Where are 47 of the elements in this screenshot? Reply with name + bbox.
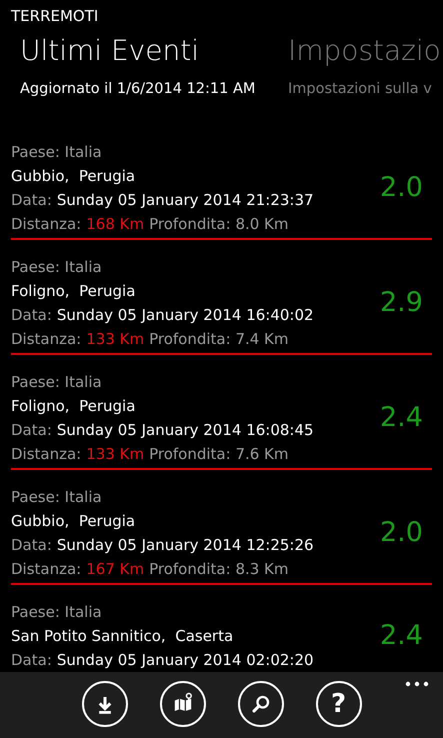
date-label: Data: [11, 305, 52, 326]
place-name: San Potito Sannitico, Caserta [11, 626, 234, 647]
date-value: Sunday 05 January 2014 02:02:20 [56, 650, 314, 671]
place-name: Gubbio, Perugia [11, 166, 136, 187]
country-text: Paese: Italia [11, 602, 102, 623]
more-icon[interactable] [405, 681, 429, 687]
depth-text: Profondita: 8.0 Km [149, 214, 289, 235]
date-value: Sunday 05 January 2014 16:40:02 [56, 305, 314, 326]
distance-label: Distanza: [11, 329, 82, 350]
date-value: Sunday 05 January 2014 16:08:45 [56, 420, 314, 441]
pivot-subtitle: Impostazioni sulla v [288, 80, 432, 99]
search-button[interactable] [238, 681, 284, 727]
magnitude-value: 2.4 [380, 621, 424, 651]
distance-value: 168 Km [86, 214, 144, 235]
magnitude-value: 2.4 [380, 403, 424, 433]
magnitude-value: 2.0 [380, 173, 424, 203]
depth-text: Profondita: 7.6 Km [149, 444, 289, 465]
country-text: Paese: Italia [11, 372, 102, 393]
distance-label: Distanza: [11, 444, 82, 465]
date-label: Data: [11, 420, 52, 441]
pivot-subtitle: Aggiornato il 1/6/2014 12:11 AM [20, 80, 256, 99]
map-button[interactable] [160, 681, 206, 727]
magnitude-value: 2.0 [380, 518, 424, 548]
download-button[interactable] [82, 681, 128, 727]
help-button[interactable]: ? [316, 681, 362, 727]
depth-text: Profondita: 8.3 Km [149, 559, 289, 580]
date-value: Sunday 05 January 2014 12:25:26 [56, 535, 314, 556]
pivot-tab[interactable]: Ultimi Eventi [20, 33, 199, 69]
depth-text: Profondita: 7.4 Km [149, 329, 289, 350]
distance-value: 133 Km [86, 444, 144, 465]
place-name: Gubbio, Perugia [11, 511, 136, 532]
distance-value: 167 Km [86, 559, 144, 580]
app-title: TERREMOTI [11, 6, 98, 26]
date-label: Data: [11, 650, 52, 671]
date-value: Sunday 05 January 2014 21:23:37 [56, 190, 314, 211]
country-text: Paese: Italia [11, 142, 102, 163]
pivot-tab[interactable]: Impostazio [288, 33, 441, 69]
magnitude-value: 2.9 [380, 288, 424, 318]
distance-label: Distanza: [11, 559, 82, 580]
date-label: Data: [11, 190, 52, 211]
distance-label: Distanza: [11, 214, 82, 235]
distance-value: 133 Km [86, 329, 144, 350]
date-label: Data: [11, 535, 52, 556]
place-name: Foligno, Perugia [11, 281, 136, 302]
country-text: Paese: Italia [11, 487, 102, 508]
place-name: Foligno, Perugia [11, 396, 136, 417]
country-text: Paese: Italia [11, 257, 102, 278]
